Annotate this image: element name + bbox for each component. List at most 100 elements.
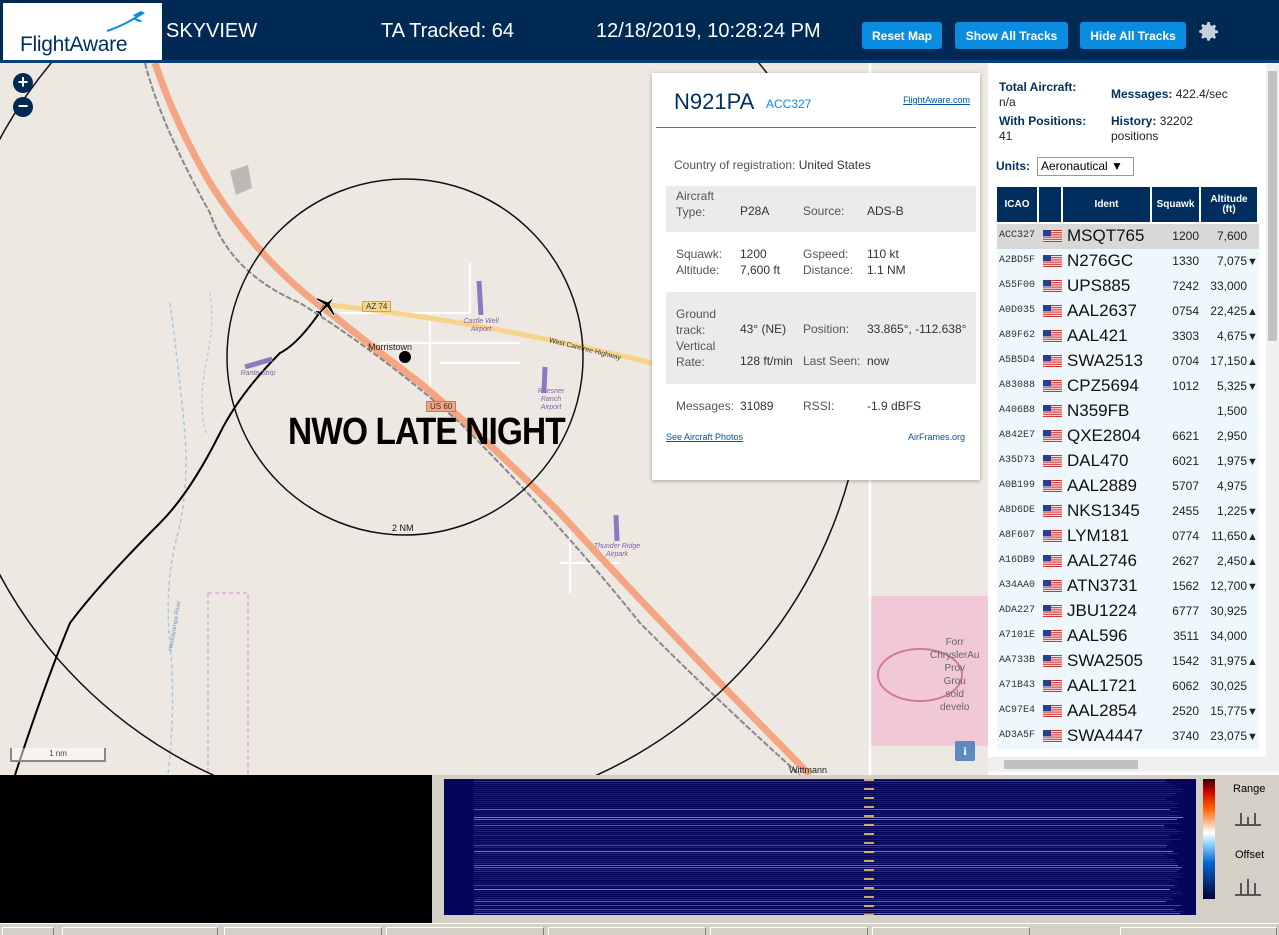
row-icao: A35D73 — [999, 455, 1036, 466]
row-altitude: 4,975 — [1201, 474, 1257, 498]
aircraft-row[interactable]: A35D73 DAL470 6021 1,975▼ — [997, 449, 1259, 474]
scroll-thumb[interactable] — [1268, 71, 1277, 341]
zoom-out-button[interactable]: − — [13, 97, 33, 117]
aircraft-row[interactable]: A55F00 UPS885 7242 33,000 — [997, 274, 1259, 299]
proving-grounds-line: develo — [940, 702, 970, 713]
row-altitude-value: 22,425 — [1210, 304, 1247, 318]
panel-vertical-scrollbar[interactable] — [1266, 63, 1279, 758]
aircraft-row[interactable]: A5B5D4 SWA2513 0704 17,150▲ — [997, 349, 1259, 374]
taskbar-item[interactable] — [224, 927, 382, 935]
taskbar-item[interactable] — [386, 927, 544, 935]
us-flag-icon — [1043, 255, 1062, 267]
row-icao: A7101E — [999, 630, 1036, 641]
col-ident[interactable]: Ident — [1063, 187, 1152, 222]
last-seen-label: Last Seen: — [803, 354, 861, 368]
row-squawk: 3740 — [1172, 729, 1199, 743]
row-altitude: 4,675▼ — [1201, 324, 1257, 348]
flightaware-link[interactable]: FlightAware.com — [903, 95, 970, 105]
aircraft-row[interactable]: A8F607 LYM181 0774 11,650▲ — [997, 524, 1259, 549]
col-icao[interactable]: ICAO — [997, 187, 1039, 222]
row-altitude-value: 23,075 — [1210, 729, 1247, 743]
flightaware-logo[interactable]: FlightAware — [3, 3, 162, 60]
aircraft-row[interactable]: AC97E4 AAL2854 2520 15,775▼ — [997, 699, 1259, 724]
panel-horizontal-scrollbar[interactable] — [988, 757, 1279, 772]
show-all-tracks-button[interactable]: Show All Tracks — [955, 22, 1068, 49]
units-select[interactable]: Aeronautical ▼ — [1037, 157, 1134, 176]
row-squawk: 1200 — [1172, 229, 1199, 243]
aircraft-row[interactable]: A2BD5F N276GC 1330 7,075▼ — [997, 249, 1259, 274]
aircraft-row[interactable]: A8D6DE NKS1345 2455 1,225▼ — [997, 499, 1259, 524]
watermark-text: NWO LATE NIGHT — [288, 411, 566, 453]
col-squawk[interactable]: Squawk — [1152, 187, 1201, 222]
taskbar-item[interactable] — [62, 927, 218, 935]
aircraft-row[interactable]: A83088 CPZ5694 1012 5,325▼ — [997, 374, 1259, 399]
row-squawk: 1562 — [1172, 579, 1199, 593]
gear-icon[interactable] — [1197, 20, 1221, 44]
aircraft-row[interactable]: A0D035 AAL2637 0754 22,425▲ — [997, 299, 1259, 324]
aircraft-row[interactable]: AA733B SWA2505 1542 31,975▲ — [997, 649, 1259, 674]
row-ident: AAL2889 — [1067, 476, 1137, 495]
country-row: Country of registration: United States — [674, 158, 871, 172]
aircraft-row[interactable]: A89F62 AAL421 3303 4,675▼ — [997, 324, 1259, 349]
scroll-thumb[interactable] — [1004, 760, 1138, 769]
squawk-label: Squawk: — [676, 247, 723, 261]
aircraft-row[interactable]: ADA227 JBU1224 6777 30,925 — [997, 599, 1259, 624]
row-altitude-value: 1,500 — [1216, 404, 1247, 418]
row-altitude: 2,450▲ — [1201, 549, 1257, 573]
taskbar-item[interactable] — [548, 927, 706, 935]
aircraft-row[interactable]: A71B43 AAL1721 6062 30,025 — [997, 674, 1259, 699]
map-scale-bar: 1 nm — [10, 748, 106, 762]
aircraft-row[interactable]: A7101E AAL596 3511 34,000 — [997, 624, 1259, 649]
thunder-ridge-runway — [613, 514, 620, 542]
col-altitude[interactable]: Altitude (ft) — [1201, 187, 1259, 222]
altitude-trend-icon: ▲ — [1247, 356, 1257, 368]
with-positions-label: With Positions: — [999, 114, 1087, 128]
map-info-button[interactable]: i — [955, 741, 975, 761]
row-altitude-value: 2,450 — [1216, 554, 1247, 568]
place-wittmann: Wittmann — [789, 765, 828, 775]
aircraft-row[interactable]: A16DB9 AAL2746 2627 2,450▲ — [997, 549, 1259, 574]
taskbar-item[interactable] — [710, 927, 868, 935]
us-flag-icon — [1043, 380, 1062, 392]
taskbar-item[interactable] — [872, 927, 1030, 935]
us-flag-icon — [1043, 705, 1062, 717]
aircraft-icon[interactable] — [312, 292, 340, 320]
aircraft-detail-popup: N921PA ACC327 FlightAware.com Country of… — [652, 73, 980, 480]
aircraft-row[interactable]: A406B8 N359FB 1,500 — [997, 399, 1259, 424]
spectrum-area: Range Offset — [0, 775, 1279, 923]
aircraft-row[interactable]: A34AA0 ATN3731 1562 12,700▼ — [997, 574, 1259, 599]
panel-messages-value: 422.4/sec — [1175, 87, 1228, 101]
row-altitude: 1,225▼ — [1201, 499, 1257, 523]
offset-slider[interactable] — [1233, 877, 1263, 899]
row-altitude: 33,000 — [1201, 274, 1257, 298]
range-slider[interactable] — [1233, 807, 1263, 829]
rssi-value: -1.9 dBFS — [867, 399, 922, 413]
row-ident: QXE2804 — [1067, 426, 1141, 445]
row-icao: A71B43 — [999, 680, 1036, 691]
row-ident: AAL2746 — [1067, 551, 1137, 570]
source-value: ADS-B — [867, 204, 904, 218]
aircraft-photos-link[interactable]: See Aircraft Photos — [666, 432, 743, 442]
hide-all-tracks-button[interactable]: Hide All Tracks — [1080, 22, 1186, 49]
col-flag[interactable] — [1039, 187, 1063, 222]
system-tray[interactable] — [1120, 927, 1277, 935]
aircraft-row[interactable]: A0B199 AAL2889 5707 4,975 — [997, 474, 1259, 499]
row-altitude: 17,150▲ — [1201, 349, 1257, 373]
colorbar — [1203, 779, 1215, 899]
start-button[interactable] — [2, 927, 54, 935]
row-altitude-value: 30,025 — [1210, 679, 1247, 693]
altitude-trend-icon: ▼ — [1247, 381, 1257, 393]
row-squawk: 1012 — [1172, 379, 1199, 393]
aircraft-row[interactable]: AD3A5F SWA4447 3740 23,075▼ — [997, 724, 1259, 749]
ground-track-value: 43° (NE) — [740, 322, 787, 336]
waterfall-spectrogram — [444, 779, 1196, 915]
distance-label: Distance: — [803, 263, 854, 277]
airframes-link[interactable]: AirFrames.org — [908, 432, 965, 442]
us-flag-icon — [1043, 580, 1062, 592]
zoom-in-button[interactable]: + — [13, 73, 33, 93]
aircraft-row[interactable]: A842E7 QXE2804 6621 2,950 — [997, 424, 1259, 449]
row-icao: A89F62 — [999, 330, 1036, 341]
row-ident: DAL470 — [1067, 451, 1129, 470]
aircraft-row[interactable]: ACC327 MSQT765 1200 7,600 — [997, 224, 1259, 249]
reset-map-button[interactable]: Reset Map — [862, 22, 942, 49]
